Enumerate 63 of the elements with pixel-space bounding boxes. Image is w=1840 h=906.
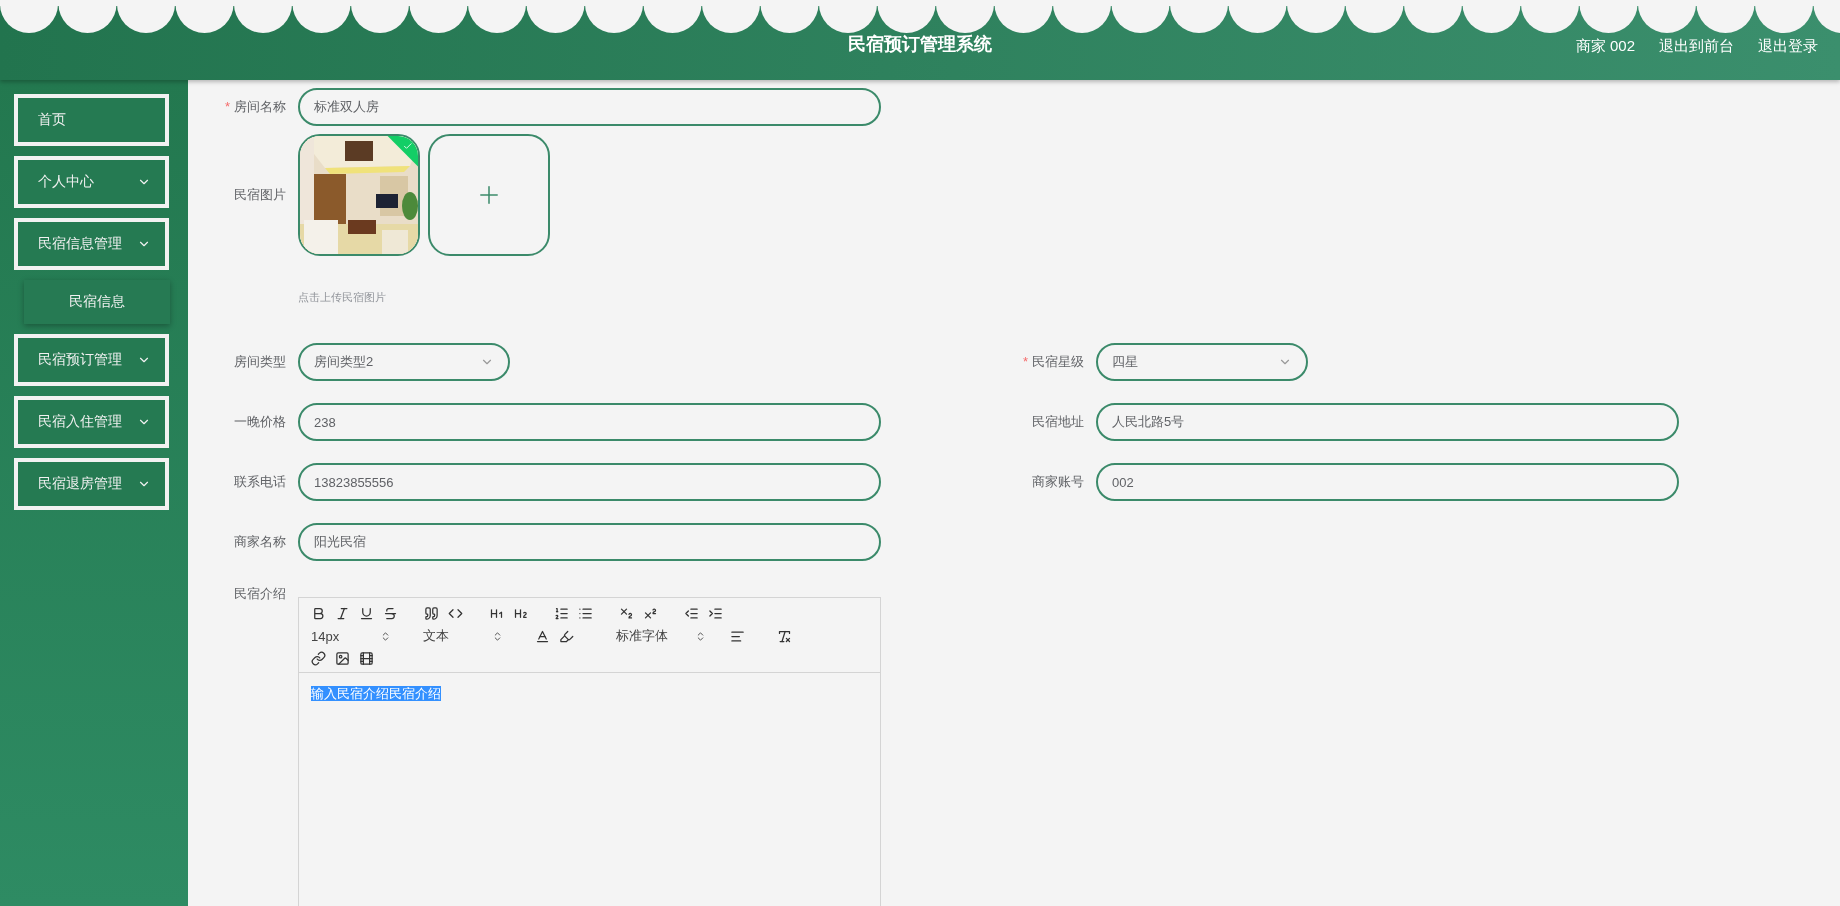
field-label: * 民宿星级 xyxy=(1021,353,1084,371)
indent-icon[interactable] xyxy=(708,606,723,621)
underline-icon[interactable] xyxy=(359,606,374,621)
toolbar-select[interactable]: 文本 xyxy=(423,627,503,645)
header-link[interactable]: 退出到前台 xyxy=(1659,37,1734,56)
input-field[interactable]: 002 xyxy=(1096,463,1679,501)
select-field[interactable]: 房间类型2 xyxy=(298,343,510,381)
field-label: 民宿图片 xyxy=(233,186,286,204)
user-name: 商家 002 xyxy=(1575,37,1635,56)
field-label: * 房间名称 xyxy=(223,98,286,116)
strikethrough-icon[interactable] xyxy=(383,606,398,621)
rich-text-editor[interactable]: 14px 文本 标准字体 输入民宿介绍民宿介绍 xyxy=(298,597,881,906)
input-field[interactable]: 13823855556 xyxy=(298,463,881,501)
menu-item[interactable]: 民宿信息管理 xyxy=(14,218,169,270)
bold-icon[interactable] xyxy=(311,606,326,621)
up-down-icon xyxy=(695,630,706,642)
upload-button[interactable] xyxy=(428,134,550,256)
italic-icon[interactable] xyxy=(335,606,350,621)
field-label: 民宿地址 xyxy=(1031,413,1084,431)
input-field[interactable]: 阳光民宿 xyxy=(298,523,881,561)
field-label: 民宿介绍 xyxy=(233,585,286,603)
app-title: 民宿预订管理系统 xyxy=(848,33,992,56)
ordered-list-icon[interactable] xyxy=(554,606,569,621)
heading-one-icon[interactable] xyxy=(489,606,504,621)
code-icon[interactable] xyxy=(448,606,463,621)
heading-two-icon[interactable] xyxy=(513,606,528,621)
menu-item[interactable]: 民宿入住管理 xyxy=(14,396,169,448)
input-field[interactable]: 标准双人房 xyxy=(298,88,881,126)
field-label: 商家账号 xyxy=(1031,473,1084,491)
toolbar-select[interactable]: 14px xyxy=(311,628,391,644)
up-down-icon xyxy=(380,630,391,642)
check-icon xyxy=(402,141,413,152)
editor-text: 输入民宿介绍民宿介绍 xyxy=(311,686,441,701)
menu-item[interactable]: 民宿退房管理 xyxy=(14,458,169,510)
input-field[interactable]: 人民北路5号 xyxy=(1096,403,1679,441)
font-color-icon[interactable] xyxy=(535,628,550,644)
required-mark: * xyxy=(224,99,230,114)
field-label: 房间类型 xyxy=(233,353,286,371)
field-label: 一晚价格 xyxy=(233,413,286,431)
field-label: 商家名称 xyxy=(233,533,286,551)
superscript-icon[interactable] xyxy=(643,606,658,621)
menu-item[interactable]: 首页 xyxy=(14,94,169,146)
field-label: 联系电话 xyxy=(233,473,286,491)
highlight-icon[interactable] xyxy=(559,628,574,644)
menu-item[interactable]: 个人中心 xyxy=(14,156,169,208)
align-left-icon[interactable] xyxy=(730,628,745,644)
menu-item[interactable]: 民宿预订管理 xyxy=(14,334,169,386)
select-field[interactable]: 四星 xyxy=(1096,343,1308,381)
subscript-icon[interactable] xyxy=(619,606,634,621)
clear-format-icon[interactable] xyxy=(777,628,792,644)
outdent-icon[interactable] xyxy=(684,606,699,621)
upload-hint: 点击上传民宿图片 xyxy=(298,290,387,305)
toolbar-select[interactable]: 标准字体 xyxy=(616,627,706,645)
quote-icon[interactable] xyxy=(424,606,439,621)
required-mark: * xyxy=(1022,354,1028,369)
up-down-icon xyxy=(492,630,503,642)
link-icon[interactable] xyxy=(311,651,326,666)
video-icon[interactable] xyxy=(359,651,374,666)
submenu-item[interactable]: 民宿信息 xyxy=(24,280,170,324)
image-icon[interactable] xyxy=(335,651,350,666)
header-link[interactable]: 退出登录 xyxy=(1758,37,1818,56)
bullet-list-icon[interactable] xyxy=(578,606,593,621)
input-field[interactable]: 238 xyxy=(298,403,881,441)
